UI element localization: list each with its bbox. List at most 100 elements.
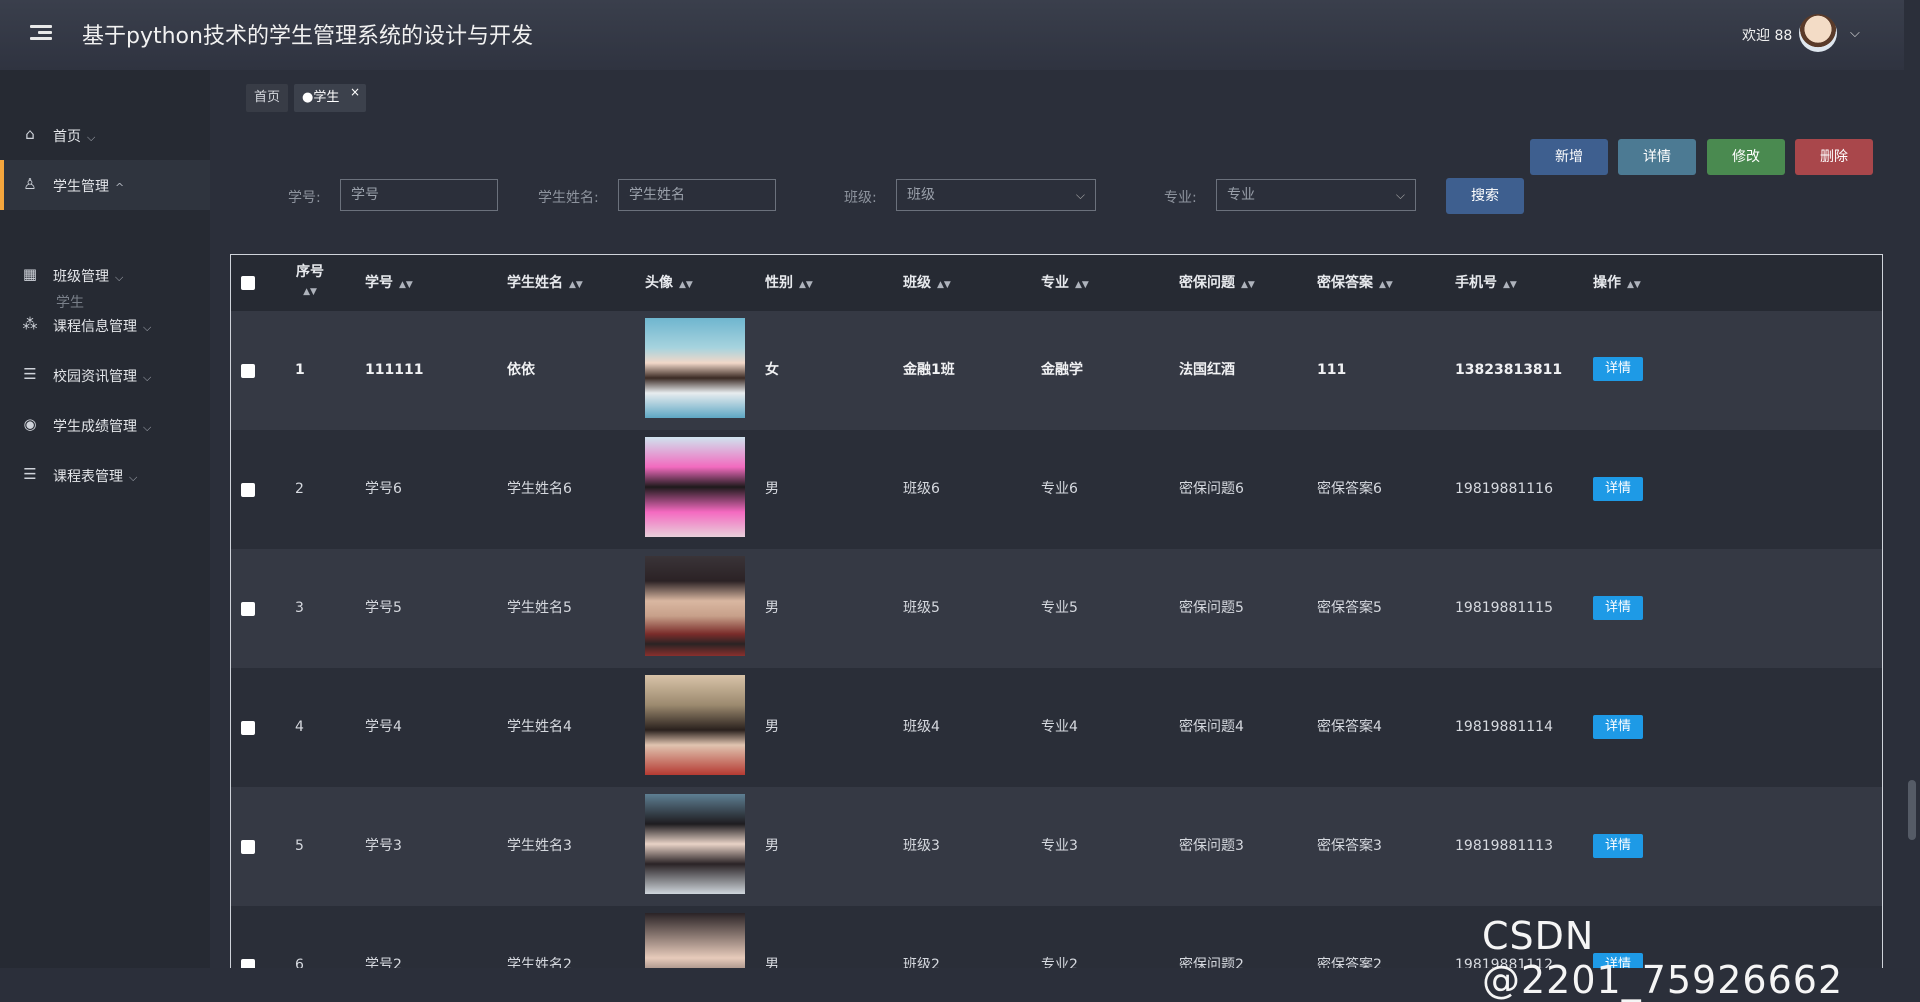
- edit-button[interactable]: 修改: [1707, 139, 1785, 175]
- row-checkbox[interactable]: [241, 721, 255, 735]
- score-icon: ◉: [23, 415, 37, 433]
- sidebar-item-class-management[interactable]: ▦ 班级管理 ⌵: [0, 250, 210, 300]
- cell-major: 专业6: [1041, 481, 1078, 497]
- sidebar-item-campus-news[interactable]: ☰ 校园资讯管理 ⌵: [0, 350, 210, 400]
- column-header-name[interactable]: 学生姓名 ▲▼: [507, 255, 583, 311]
- sidebar-item-label: 首页: [53, 129, 81, 145]
- search-button[interactable]: 搜索: [1446, 178, 1524, 214]
- class-select[interactable]: 班级 ⌵: [896, 179, 1096, 211]
- menu-toggle-icon[interactable]: [30, 22, 52, 44]
- row-detail-button[interactable]: 详情: [1593, 477, 1643, 501]
- sidebar: ⌂ 首页 ⌵ ♙ 学生管理 ^ 学生 ▦ 班级管理 ⌵ ⁂ 课程信息管理 ⌵ ☰ 校园资…: [0, 70, 210, 968]
- row-detail-button[interactable]: 详情: [1593, 357, 1643, 381]
- row-checkbox[interactable]: [241, 840, 255, 854]
- row-checkbox[interactable]: [241, 364, 255, 378]
- table-row[interactable]: 5 学号3 学生姓名3 男 班级3 专业3 密保问题3 密保答案3 198198…: [231, 787, 1882, 906]
- column-header-student-no[interactable]: 学号 ▲▼: [365, 255, 413, 311]
- chevron-down-icon: ⌵: [129, 471, 138, 484]
- cell-major: 专业3: [1041, 838, 1078, 854]
- table-row[interactable]: 3 学号5 学生姓名5 男 班级5 专业5 密保问题5 密保答案5 198198…: [231, 549, 1882, 668]
- cell-phone: 19819881116: [1455, 481, 1553, 497]
- cell-class: 班级3: [903, 838, 940, 854]
- cell-major: 专业5: [1041, 600, 1078, 616]
- close-icon[interactable]: ×: [350, 78, 360, 106]
- column-header-question[interactable]: 密保问题 ▲▼: [1179, 255, 1255, 311]
- column-header-label: 专业: [1041, 275, 1069, 291]
- sidebar-item-label: 学生管理: [53, 179, 109, 195]
- list-icon: ☰: [23, 365, 37, 383]
- cell-index: 3: [295, 600, 304, 616]
- chevron-down-icon: ⌵: [1395, 188, 1405, 202]
- major-label: 专业:: [1164, 190, 1197, 206]
- major-select[interactable]: 专业 ⌵: [1216, 179, 1416, 211]
- student-name-label: 学生姓名:: [538, 190, 599, 206]
- column-header-avatar[interactable]: 头像 ▲▼: [645, 255, 693, 311]
- sidebar-item-scores[interactable]: ◉ 学生成绩管理 ⌵: [0, 400, 210, 450]
- cell-answer: 密保答案4: [1317, 719, 1382, 735]
- row-checkbox[interactable]: [241, 483, 255, 497]
- column-header-label: 密保答案: [1317, 275, 1373, 291]
- column-header-major[interactable]: 专业 ▲▼: [1041, 255, 1089, 311]
- cell-index: 2: [295, 481, 304, 497]
- cell-student-no: 学号2: [365, 957, 402, 968]
- avatar-image: [645, 437, 745, 537]
- table-row[interactable]: 1 111111 依依 女 金融1班 金融学 法国红酒 111 13823813…: [231, 311, 1882, 430]
- column-header-label: 头像: [645, 275, 673, 291]
- cell-name: 学生姓名5: [507, 600, 572, 616]
- cell-answer: 密保答案6: [1317, 481, 1382, 497]
- select-all-checkbox[interactable]: [241, 276, 255, 290]
- chevron-down-icon[interactable]: ⌵: [1850, 26, 1860, 41]
- apps-icon: ⁂: [22, 315, 38, 333]
- user-icon: ♙: [23, 175, 37, 193]
- chevron-down-icon: ⌵: [115, 271, 124, 284]
- sidebar-item-course-info[interactable]: ⁂ 课程信息管理 ⌵: [0, 300, 210, 350]
- sidebar-item-student-management[interactable]: ♙ 学生管理 ^: [0, 160, 210, 210]
- row-checkbox[interactable]: [241, 959, 255, 968]
- sort-icon: ▲▼: [569, 280, 583, 290]
- scrollbar-thumb[interactable]: [1908, 780, 1916, 840]
- cell-major: 专业2: [1041, 957, 1078, 968]
- tag-student[interactable]: ●学生 ×: [294, 84, 366, 112]
- row-detail-button[interactable]: 详情: [1593, 596, 1643, 620]
- table-row[interactable]: 4 学号4 学生姓名4 男 班级4 专业4 密保问题4 密保答案4 198198…: [231, 668, 1882, 787]
- delete-button[interactable]: 删除: [1795, 139, 1873, 175]
- cell-class: 金融1班: [903, 362, 955, 378]
- detail-button[interactable]: 详情: [1618, 139, 1696, 175]
- cell-phone: 19819881113: [1455, 838, 1553, 854]
- user-avatar[interactable]: [1799, 14, 1837, 52]
- column-header-answer[interactable]: 密保答案 ▲▼: [1317, 255, 1393, 311]
- sidebar-item-timetable[interactable]: ☰ 课程表管理 ⌵: [0, 450, 210, 500]
- cell-name: 学生姓名3: [507, 838, 572, 854]
- column-header-phone[interactable]: 手机号 ▲▼: [1455, 255, 1517, 311]
- student-no-input[interactable]: 学号: [340, 179, 498, 211]
- cell-major: 专业4: [1041, 719, 1078, 735]
- sidebar-item-label: 课程表管理: [53, 469, 123, 485]
- column-header-gender[interactable]: 性别 ▲▼: [765, 255, 813, 311]
- student-name-input[interactable]: 学生姓名: [618, 179, 776, 211]
- sort-icon: ▲▼: [937, 280, 951, 290]
- cell-index: 4: [295, 719, 304, 735]
- app-title: 基于python技术的学生管理系统的设计与开发: [82, 24, 533, 49]
- cell-phone: 19819881115: [1455, 600, 1553, 616]
- tag-home[interactable]: 首页: [246, 84, 288, 112]
- cell-student-no: 学号5: [365, 600, 402, 616]
- row-detail-button[interactable]: 详情: [1593, 715, 1643, 739]
- row-detail-button[interactable]: 详情: [1593, 834, 1643, 858]
- chevron-down-icon: ⌵: [1075, 188, 1085, 202]
- column-header-label: 性别: [765, 275, 793, 291]
- student-table: 序号 ▲▼ 学号 ▲▼ 学生姓名 ▲▼ 头像 ▲▼ 性别 ▲▼ 班级 ▲▼ 专业 ▲▼ 密保问…: [230, 254, 1883, 968]
- add-button[interactable]: 新增: [1530, 139, 1608, 175]
- avatar-image: [645, 794, 745, 894]
- sort-icon: ▲▼: [399, 280, 413, 290]
- chevron-down-icon: ⌵: [143, 321, 152, 334]
- column-header-actions[interactable]: 操作 ▲▼: [1593, 255, 1641, 311]
- sidebar-item-home[interactable]: ⌂ 首页 ⌵: [0, 110, 210, 160]
- row-checkbox[interactable]: [241, 602, 255, 616]
- table-row[interactable]: 2 学号6 学生姓名6 男 班级6 专业6 密保问题6 密保答案6 198198…: [231, 430, 1882, 549]
- chevron-down-icon: ⌵: [143, 421, 152, 434]
- column-header-class[interactable]: 班级 ▲▼: [903, 255, 951, 311]
- column-header-label: 手机号: [1455, 275, 1497, 291]
- cell-major: 金融学: [1041, 362, 1083, 378]
- cell-index: 6: [295, 957, 304, 968]
- cell-phone: 13823813811: [1455, 362, 1563, 378]
